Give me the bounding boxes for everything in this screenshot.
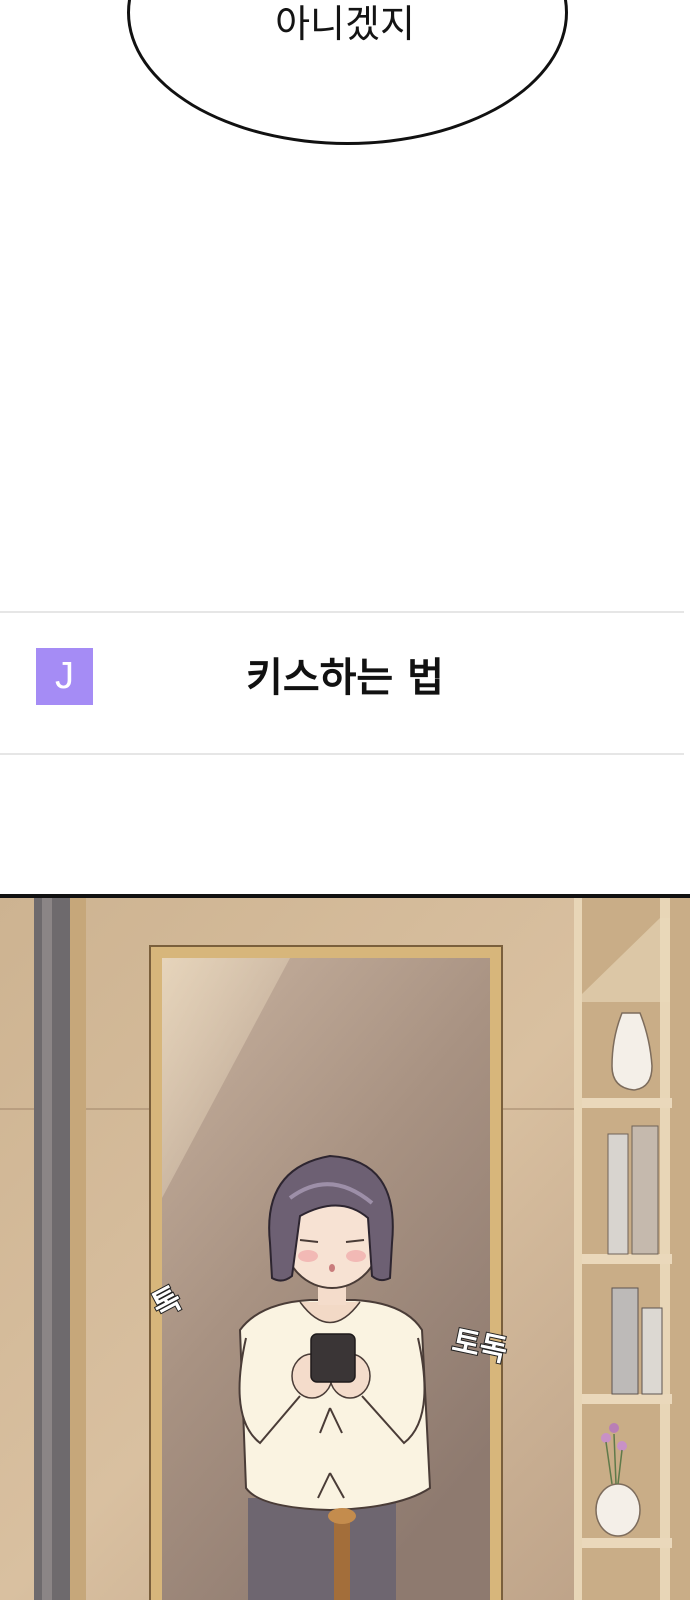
shelf [574, 898, 690, 1600]
avatar: J [36, 648, 93, 705]
comic-illustration: 톡 토독 [0, 898, 690, 1600]
comic-panel: 톡 토독 [0, 894, 690, 1600]
speech-bubble-text: 아니겠지 [275, 2, 415, 46]
search-query-card: J 키스하는 법 [0, 611, 684, 755]
phone [310, 1333, 356, 1383]
search-query-text: 키스하는 법 [246, 655, 444, 701]
